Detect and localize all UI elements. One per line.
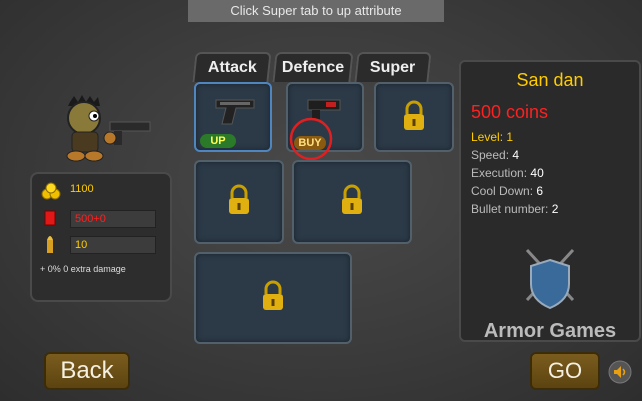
weapon-info-panel: San dan 500 coins Level: 1 Speed: 4 Exec…	[459, 60, 641, 342]
back-button[interactable]: Back	[44, 352, 130, 390]
weapon-slot-locked-3	[374, 82, 454, 152]
health-icon	[44, 210, 56, 226]
health-value: 500+0	[70, 210, 156, 228]
lock-icon	[404, 100, 424, 130]
sound-icon[interactable]	[608, 360, 632, 384]
armor-games-logo[interactable]: Armor Games	[461, 320, 639, 343]
buy-badge[interactable]: BUY	[294, 136, 326, 150]
lock-icon	[263, 280, 283, 310]
tab-attack-label: Attack	[207, 59, 257, 76]
coins-row: 1100	[40, 182, 94, 200]
speed-label: Speed:	[471, 148, 510, 162]
weapon-slot-1[interactable]: UP	[194, 82, 272, 152]
hint-bar: Click Super tab to up attribute	[188, 0, 444, 22]
bullet-icon	[47, 236, 53, 253]
level-label: Level:	[471, 130, 504, 144]
bullet-label: Bullet number:	[471, 202, 549, 216]
weapon-price: 500 coins	[471, 102, 549, 122]
speed-row: Speed: 4	[471, 146, 558, 164]
cooldown-value: 6	[536, 184, 544, 198]
tab-super[interactable]: Super	[354, 52, 432, 82]
coins-icon	[41, 182, 61, 200]
execution-value: 40	[530, 166, 544, 180]
bullet-row: Bullet number: 2	[471, 200, 558, 218]
tab-super-label: Super	[370, 59, 416, 76]
weapon-slot-locked-5	[292, 160, 412, 244]
go-button[interactable]: GO	[530, 352, 600, 390]
character-avatar	[66, 95, 151, 162]
tab-defence-label: Defence	[281, 59, 345, 76]
weapon-slot-locked-4	[194, 160, 284, 244]
tab-defence[interactable]: Defence	[272, 52, 354, 82]
execution-row: Execution: 40	[471, 164, 558, 182]
weapon-name: San dan	[516, 70, 584, 90]
execution-label: Execution:	[471, 166, 528, 180]
upgrade-badge[interactable]: UP	[200, 134, 236, 148]
weapon-slot-2[interactable]: BUY	[286, 82, 364, 161]
level-value: 1	[506, 130, 514, 144]
cooldown-row: Cool Down: 6	[471, 182, 558, 200]
player-stats-panel: 1100 500+0 10 + 0% 0 extra damage	[30, 172, 172, 302]
extra-damage-text: + 0% 0 extra damage	[40, 264, 126, 274]
level-row: Level: 1	[471, 128, 558, 146]
weapon-slot-locked-6	[194, 252, 352, 344]
armor-games-shield-icon	[525, 248, 575, 310]
cooldown-label: Cool Down:	[471, 184, 534, 198]
tab-attack[interactable]: Attack	[192, 52, 272, 82]
coins-value: 1100	[70, 183, 94, 195]
lock-icon	[342, 184, 362, 214]
speed-value: 4	[512, 148, 520, 162]
ammo-value: 10	[70, 236, 156, 254]
pistol-icon	[215, 99, 255, 125]
bullet-value: 2	[551, 202, 559, 216]
lock-icon	[229, 184, 249, 214]
